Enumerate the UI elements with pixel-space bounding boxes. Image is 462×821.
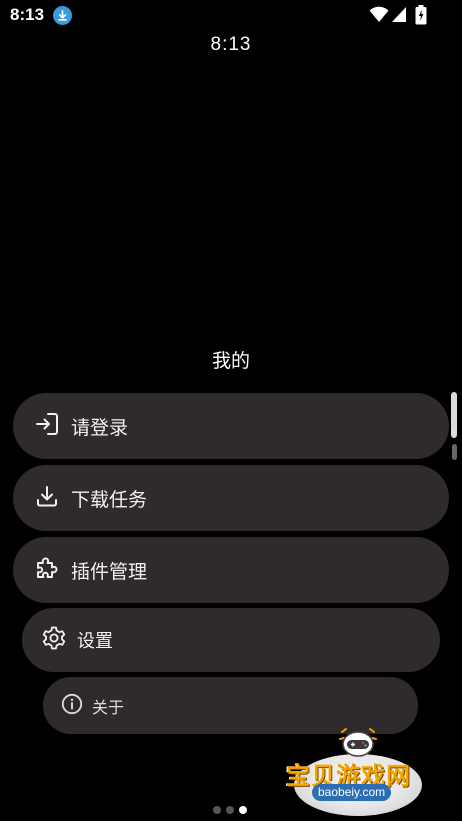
page-dot-active[interactable] xyxy=(239,806,247,814)
download-tasks-label: 下载任务 xyxy=(71,488,148,511)
cell-signal-icon xyxy=(391,6,407,27)
page-dot[interactable] xyxy=(213,806,221,814)
page-title: 我的 xyxy=(211,350,250,372)
about-label: 关于 xyxy=(92,697,125,717)
download-tasks-button[interactable]: 下载任务 xyxy=(13,465,449,531)
wifi-icon xyxy=(369,6,389,27)
login-label: 请登录 xyxy=(71,416,129,439)
info-icon xyxy=(61,693,83,719)
download-icon xyxy=(34,483,60,513)
watermark-logo: 宝贝游戏网 baobeiy.com xyxy=(282,726,432,816)
login-icon xyxy=(34,411,60,441)
gear-icon xyxy=(41,625,67,655)
settings-button[interactable]: 设置 xyxy=(22,608,440,672)
page-indicator xyxy=(213,806,247,816)
login-button[interactable]: 请登录 xyxy=(13,393,449,459)
status-time: 8:13 xyxy=(10,5,45,24)
clock: 8:13 xyxy=(210,34,252,55)
plugin-management-button[interactable]: 插件管理 xyxy=(13,537,449,603)
watermark-url: baobeiy.com xyxy=(312,784,392,801)
status-bar: 8:13 xyxy=(0,0,462,30)
page-dot[interactable] xyxy=(226,806,234,814)
scroll-thumb[interactable] xyxy=(451,392,457,438)
screen: 8:13 8:13 我的 请登录 下载任务 插件管理 设置 关于 宝贝游戏网 b… xyxy=(0,0,462,821)
settings-label: 设置 xyxy=(77,631,113,652)
puzzle-piece-icon xyxy=(34,555,60,585)
battery-charging-icon xyxy=(415,5,427,29)
plugin-management-label: 插件管理 xyxy=(71,560,148,583)
scroll-track-segment xyxy=(452,444,457,460)
download-notification-icon xyxy=(53,6,72,25)
scroll-indicator[interactable] xyxy=(451,392,457,462)
